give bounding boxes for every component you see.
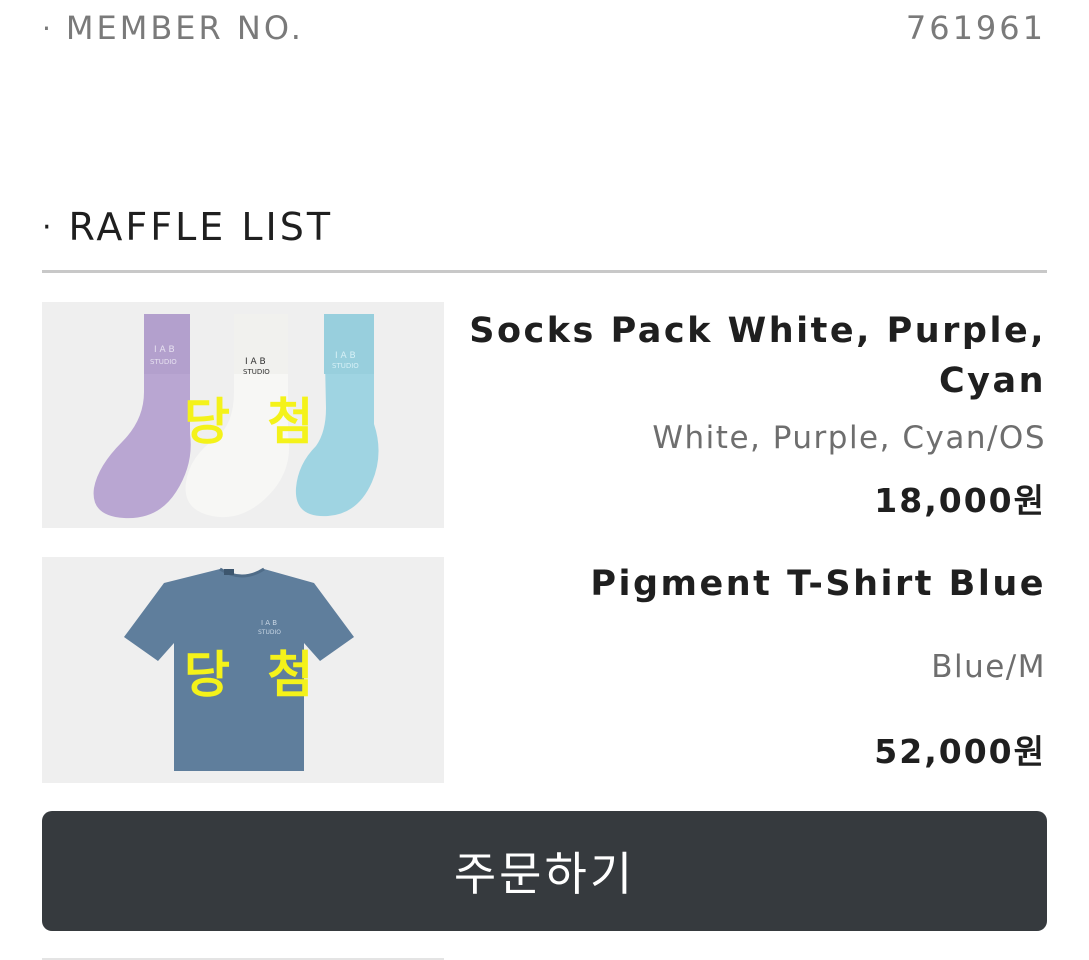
product-info-socks: Socks Pack White, Purple, Cyan White, Pu… bbox=[466, 302, 1046, 522]
bullet-dot: · bbox=[42, 209, 55, 245]
product-name[interactable]: Pigment T-Shirt Blue bbox=[466, 559, 1046, 609]
svg-text:STUDIO: STUDIO bbox=[150, 358, 177, 366]
raffle-item-socks[interactable]: I A B STUDIO I A B STUDIO I A B STUDIO 당… bbox=[42, 302, 1046, 528]
svg-text:I A B: I A B bbox=[245, 357, 266, 367]
winner-badge: 당 첨 bbox=[184, 393, 324, 451]
svg-text:STUDIO: STUDIO bbox=[332, 362, 359, 370]
product-name[interactable]: Socks Pack White, Purple, Cyan bbox=[466, 306, 1046, 406]
product-price: 52,000원 bbox=[874, 732, 1046, 771]
raffle-item-tshirt[interactable]: I A B STUDIO 당 첨 Pigment T-Shirt Blue Bl… bbox=[42, 557, 1046, 783]
svg-text:STUDIO: STUDIO bbox=[243, 368, 270, 376]
svg-text:I A B: I A B bbox=[261, 619, 277, 627]
raffle-list-heading: · RAFFLE LIST bbox=[42, 205, 333, 249]
winner-badge: 당 첨 bbox=[184, 646, 324, 704]
svg-text:I A B: I A B bbox=[154, 345, 175, 355]
section-divider bbox=[42, 270, 1047, 273]
product-option: White, Purple, Cyan/OS bbox=[652, 420, 1046, 456]
product-option: Blue/M bbox=[931, 649, 1046, 685]
product-price: 18,000원 bbox=[874, 481, 1046, 520]
bullet-dot: · bbox=[42, 11, 54, 45]
svg-text:I A B: I A B bbox=[335, 351, 356, 361]
member-number-row: · MEMBER NO. 761961 bbox=[42, 6, 1046, 50]
member-number-label-text: MEMBER NO. bbox=[65, 9, 304, 47]
product-info-tshirt: Pigment T-Shirt Blue Blue/M 52,000원 bbox=[466, 557, 1046, 773]
raffle-list-title: RAFFLE LIST bbox=[68, 205, 334, 249]
order-button[interactable]: 주문하기 bbox=[42, 811, 1047, 931]
product-image-socks[interactable]: I A B STUDIO I A B STUDIO I A B STUDIO 당… bbox=[42, 302, 444, 528]
member-number-value: 761961 bbox=[905, 9, 1046, 47]
product-image-tshirt[interactable]: I A B STUDIO 당 첨 bbox=[42, 557, 444, 783]
member-number-label: · MEMBER NO. bbox=[42, 9, 304, 47]
